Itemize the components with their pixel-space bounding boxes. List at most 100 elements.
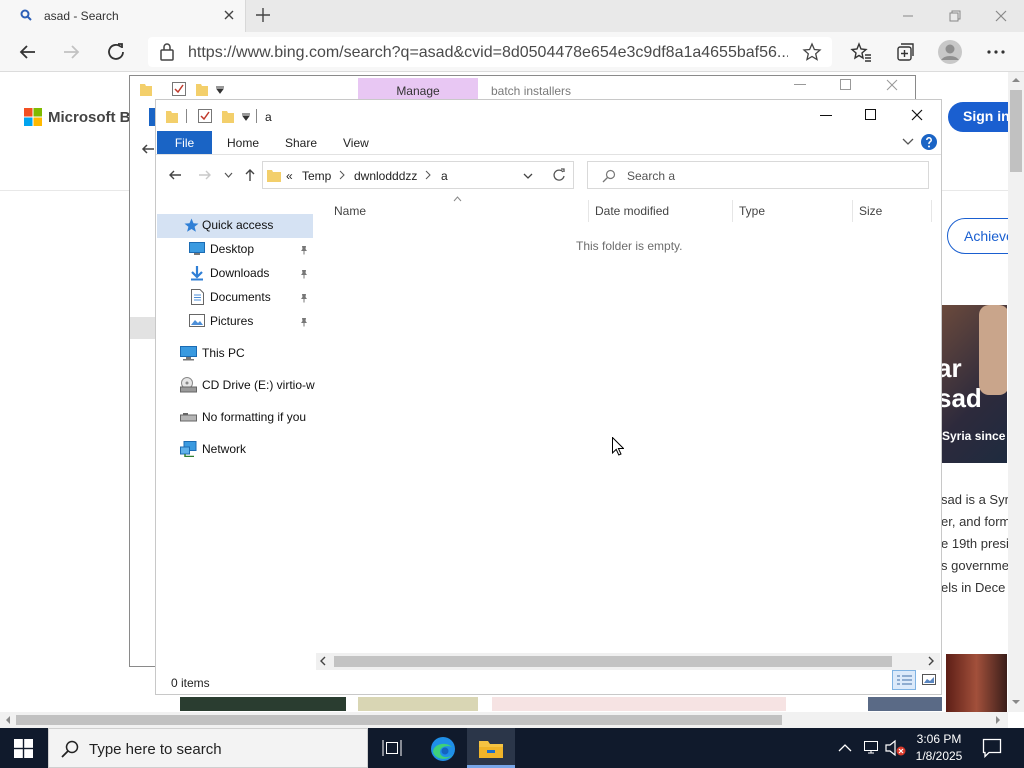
nav-item-this-pc[interactable]: This PC [156,342,313,366]
ribbon-expand-chevron-icon[interactable] [902,138,914,146]
search-icon [61,740,79,758]
nav-item-cd-drive[interactable]: CD Drive (E:) virtio-w [156,374,315,398]
breadcrumb-separator-icon [425,169,431,181]
favorite-star-icon[interactable] [802,42,822,62]
large-icons-view-button[interactable] [918,670,940,690]
search-box[interactable]: Search a [587,161,929,189]
forward-arrow-icon[interactable] [60,41,82,63]
minimize-icon[interactable] [820,115,832,117]
column-header-size[interactable]: Size [859,204,882,218]
pin-icon[interactable] [299,245,309,255]
thumbnail-image-3[interactable] [492,697,786,711]
file-explorer-taskbar-button[interactable] [467,728,515,768]
scroll-left-icon[interactable] [319,656,327,666]
clock-time[interactable]: 3:06 PM [912,732,966,746]
toolbar-dropdown-icon [216,86,224,94]
address-bar[interactable]: https://www.bing.com/search?q=asad&cvid=… [148,37,832,67]
nav-item-pictures[interactable]: Pictures [156,310,313,334]
browser-tab[interactable]: asad - Search [0,0,246,32]
thumbnail-image-2[interactable] [358,697,478,711]
maximize-icon[interactable] [865,109,877,121]
details-view-button[interactable] [892,670,916,690]
task-view-icon[interactable] [382,739,402,757]
taskbar-search-placeholder: Type here to search [89,741,222,758]
tab-close-icon[interactable] [222,8,236,22]
page-horizontal-scroll-thumb[interactable] [16,715,782,725]
image-hand-shape [979,305,1007,395]
content-scroll-thumb[interactable] [334,656,892,667]
breadcrumb-a[interactable]: a [441,169,448,183]
column-header-name[interactable]: Name [334,204,366,218]
notification-center-icon[interactable] [982,738,1002,758]
desc-line-2: er, and form [941,514,1011,529]
url-text: https://www.bing.com/search?q=asad&cvid=… [188,44,788,61]
nav-item-network[interactable]: Network [156,438,313,462]
refresh-icon[interactable] [105,41,127,63]
profile-avatar[interactable] [938,40,962,64]
scroll-left-icon[interactable] [4,715,12,725]
browser-restore-icon[interactable] [945,6,965,26]
column-separator[interactable] [852,200,853,222]
column-header-type[interactable]: Type [739,204,765,218]
nav-item-downloads[interactable]: Downloads [156,262,313,286]
nav-label: Documents [210,290,271,304]
file-explorer-icon [479,739,503,758]
back-arrow-icon[interactable] [17,41,39,63]
image-text-3: Syria since [942,429,1006,443]
pictures-icon [189,314,205,327]
pin-icon[interactable] [299,293,309,303]
pin-icon[interactable] [299,317,309,327]
windows-start-icon[interactable] [14,739,33,758]
scroll-up-icon[interactable] [1011,76,1021,84]
network-status-icon[interactable] [862,739,882,757]
computer-icon [180,346,197,361]
new-tab-button[interactable] [254,6,272,24]
background-window-title: batch installers [491,84,572,98]
nav-item-quick-access[interactable]: Quick access [157,214,313,238]
taskbar-search-box[interactable]: Type here to search [48,728,368,768]
image-text-1: ar [941,353,962,383]
nav-item-usb-drive[interactable]: No formatting if you [156,406,313,430]
tab-title: asad - Search [44,9,119,23]
thumbnail-image-right[interactable] [946,654,1007,712]
edge-browser-icon[interactable] [430,736,456,762]
address-dropdown-icon[interactable] [523,173,533,179]
navigation-pane: Quick access Desktop Downloads Documents… [156,100,315,660]
back-maximize-icon[interactable] [840,79,852,91]
more-menu-icon[interactable] [985,41,1007,63]
column-separator[interactable] [732,200,733,222]
help-icon[interactable] [921,134,937,150]
scroll-right-icon[interactable] [927,656,935,666]
quick-access-toolbar-folder-icon [140,82,152,96]
news-image[interactable]: ar sad Syria since [941,305,1007,463]
pin-icon[interactable] [299,269,309,279]
favorites-icon[interactable] [850,41,872,63]
tab-view[interactable]: View [343,136,369,150]
back-minimize-icon[interactable] [794,84,806,86]
nav-item-desktop[interactable]: Desktop [156,238,313,262]
browser-minimize-icon[interactable] [898,6,918,26]
thumbnail-image-4[interactable] [868,697,942,711]
column-separator[interactable] [588,200,589,222]
collections-icon[interactable] [894,41,916,63]
thumbnail-image-1[interactable] [180,697,346,711]
page-vertical-scroll-thumb[interactable] [1010,90,1022,172]
column-header-date-modified[interactable]: Date modified [595,204,669,218]
back-close-icon[interactable] [886,79,898,91]
browser-close-icon[interactable] [991,6,1011,26]
column-separator[interactable] [931,200,932,222]
clock-date[interactable]: 1/8/2025 [912,749,966,763]
nav-item-documents[interactable]: Documents [156,286,313,310]
close-icon[interactable] [911,109,923,121]
breadcrumb-dwnlodddzz[interactable]: dwnlodddzz [354,169,417,183]
refresh-button[interactable] [546,161,574,189]
volume-muted-icon[interactable] [885,739,907,757]
show-hidden-icons-chevron[interactable] [838,744,852,752]
sort-arrow-icon [453,196,462,202]
explorer-window: a File Home Share View « Temp dwnlodddzz… [155,99,942,695]
nav-label: This PC [202,346,245,360]
details-view-icon [897,675,912,686]
scroll-right-icon[interactable] [994,715,1002,725]
scroll-down-icon[interactable] [1011,698,1021,706]
star-icon [184,218,199,233]
